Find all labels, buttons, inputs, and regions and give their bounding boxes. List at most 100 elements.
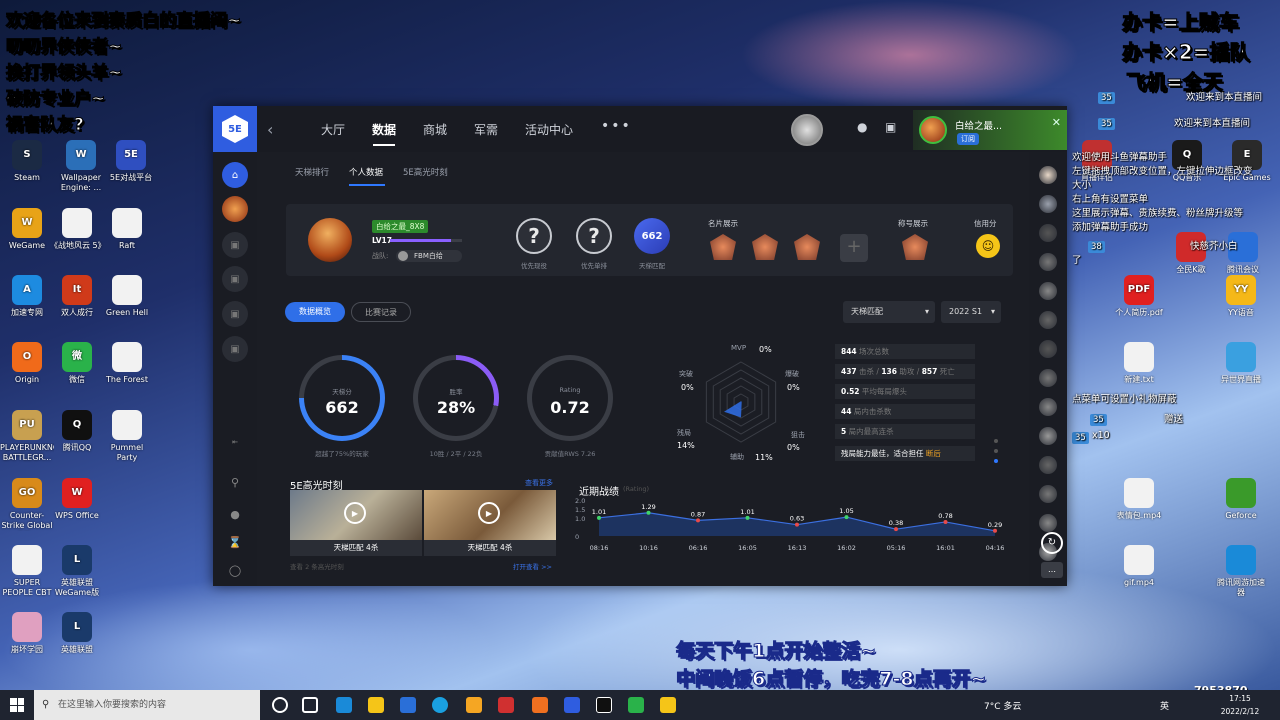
pager-dot[interactable] bbox=[994, 459, 998, 463]
exit-room-icon[interactable]: ⇤ bbox=[213, 438, 257, 446]
ime-indicator[interactable]: 英 bbox=[1160, 699, 1169, 712]
tab-match-records[interactable]: 比赛记录 bbox=[351, 302, 411, 322]
back-button[interactable]: ‹ bbox=[267, 120, 273, 139]
nav-events[interactable]: 活动中心 bbox=[525, 121, 573, 138]
more-menu-button[interactable]: ••• bbox=[601, 118, 632, 134]
user-chip[interactable]: 白给之最... 订阅 ✕ bbox=[913, 110, 1067, 150]
windows-start-icon[interactable] bbox=[10, 698, 24, 712]
desktop-icon[interactable]: O Origin bbox=[0, 342, 54, 395]
friend-avatar[interactable] bbox=[1039, 253, 1057, 271]
desktop-icon[interactable]: 全民K歌 bbox=[1164, 232, 1218, 285]
friend-avatar[interactable] bbox=[1039, 514, 1057, 532]
desktop-icon[interactable]: Raft bbox=[100, 208, 154, 261]
desktop-icon[interactable]: Green Hell bbox=[100, 275, 154, 328]
hourglass-icon[interactable]: ⌛ bbox=[213, 536, 257, 549]
slot-unknown-1[interactable]: ? bbox=[516, 218, 552, 254]
wechat-icon[interactable] bbox=[628, 697, 644, 713]
desktop-icon[interactable]: 崩坏学园 bbox=[0, 612, 54, 665]
desktop-icon[interactable]: PDF 个人简历.pdf bbox=[1112, 275, 1166, 328]
data-point[interactable] bbox=[993, 528, 997, 533]
desktop-icon[interactable]: W WeGame bbox=[0, 208, 54, 261]
data-point[interactable] bbox=[943, 519, 948, 524]
title-badge-icon[interactable] bbox=[902, 234, 928, 260]
friend-avatar[interactable] bbox=[1039, 195, 1057, 213]
desktop-icon[interactable]: SUPER PEOPLE CBT bbox=[0, 545, 54, 598]
lock-icon[interactable]: ▣ bbox=[885, 120, 899, 134]
data-point[interactable] bbox=[795, 522, 799, 527]
cortana-icon[interactable] bbox=[272, 697, 288, 713]
highlights-more-link[interactable]: 查看更多 bbox=[525, 478, 553, 488]
desktop-icon[interactable]: 5E 5E对战平台 bbox=[104, 140, 158, 193]
desktop-icon[interactable]: It 双人成行 bbox=[50, 275, 104, 328]
namecard-badge-icon[interactable] bbox=[710, 234, 736, 260]
friend-avatar[interactable] bbox=[1039, 282, 1057, 300]
play-icon[interactable]: ▶ bbox=[478, 502, 500, 524]
desktop-icon[interactable]: GO Counter-Strike Global Off... bbox=[0, 478, 54, 531]
nav-store[interactable]: 商城 bbox=[423, 121, 447, 138]
weather-text[interactable]: 7°C 多云 bbox=[984, 699, 1021, 712]
friend-avatar[interactable] bbox=[1039, 427, 1057, 445]
desktop-icon[interactable]: 《战地风云 5》 bbox=[50, 208, 104, 261]
taskbar-clock[interactable]: 17:15 2022/2/12 bbox=[1208, 692, 1272, 718]
mail-icon[interactable] bbox=[400, 697, 416, 713]
desktop-icon[interactable]: PU PLAYERUNKNOWN'S BATTLEGR... bbox=[0, 410, 54, 463]
credit-smile-icon[interactable]: ☺ bbox=[976, 234, 1000, 258]
refresh-icon[interactable]: ↻ bbox=[1041, 532, 1063, 554]
desktop-icon[interactable]: 异世界直播 bbox=[1214, 342, 1268, 395]
add-namecard-button[interactable]: + bbox=[840, 234, 868, 262]
friend-avatar[interactable] bbox=[1039, 369, 1057, 387]
highlights-open-link[interactable]: 打开查看 >> bbox=[513, 561, 552, 571]
app-icon[interactable] bbox=[466, 697, 482, 713]
lock-icon[interactable]: ▣ bbox=[222, 336, 248, 362]
friend-avatar[interactable] bbox=[1039, 340, 1057, 358]
home-icon[interactable]: ⌂ bbox=[222, 162, 248, 188]
desktop-icon[interactable]: 新建.txt bbox=[1112, 342, 1166, 395]
lock-icon[interactable]: ▣ bbox=[222, 301, 248, 327]
slot-unknown-2[interactable]: ? bbox=[576, 218, 612, 254]
task-view-icon[interactable] bbox=[302, 697, 318, 713]
chat-icon[interactable]: … bbox=[1041, 562, 1063, 578]
tab-highlights[interactable]: 5E高光时刻 bbox=[403, 166, 448, 178]
desktop-icon[interactable]: YY YY语音 bbox=[1214, 275, 1268, 328]
qq-icon[interactable] bbox=[596, 697, 612, 713]
friend-avatar[interactable] bbox=[1039, 398, 1057, 416]
store-app-icon[interactable] bbox=[336, 697, 352, 713]
desktop-icon[interactable]: Pummel Party bbox=[100, 410, 154, 463]
friend-avatar[interactable] bbox=[1039, 485, 1057, 503]
desktop-icon[interactable]: Q 腾讯QQ bbox=[50, 410, 104, 463]
play-icon[interactable]: ▶ bbox=[344, 502, 366, 524]
avatar[interactable] bbox=[308, 218, 352, 262]
desktop-icon[interactable]: A 加速专网 bbox=[0, 275, 54, 328]
close-icon[interactable]: ✕ bbox=[1052, 116, 1061, 129]
desktop-icon[interactable]: W WPS Office bbox=[50, 478, 104, 531]
nav-data[interactable]: 数据 bbox=[372, 121, 396, 138]
taskbar-search[interactable]: ⚲ 在这里输入你要搜索的内容 bbox=[34, 690, 260, 720]
desktop-icon[interactable]: L 英雄联盟 bbox=[50, 612, 104, 665]
tab-personal-data[interactable]: 个人数据 bbox=[349, 166, 383, 178]
5e-taskbar-icon[interactable] bbox=[564, 697, 580, 713]
highlight-clip-2[interactable]: ▶ bbox=[424, 490, 556, 540]
desktop-icon[interactable]: 腾讯网游加速器 bbox=[1214, 545, 1268, 598]
desktop-icon[interactable]: S Steam bbox=[0, 140, 54, 193]
bell-icon[interactable]: ● bbox=[857, 120, 871, 134]
pager-dot[interactable] bbox=[994, 439, 998, 443]
desktop-icon[interactable]: 表情包.mp4 bbox=[1112, 478, 1166, 531]
edge-icon[interactable] bbox=[432, 697, 448, 713]
data-point[interactable] bbox=[597, 515, 601, 520]
app-logo[interactable]: 5E bbox=[213, 106, 257, 152]
highlight-clip-1[interactable]: ▶ bbox=[290, 490, 422, 540]
data-point[interactable] bbox=[894, 527, 898, 532]
pager-dot[interactable] bbox=[994, 449, 998, 453]
desktop-icon[interactable]: 微微信 bbox=[50, 342, 104, 395]
subscribe-badge[interactable]: 订阅 bbox=[957, 133, 979, 145]
friend-avatar[interactable] bbox=[1039, 311, 1057, 329]
desktop-icon[interactable]: Geforce bbox=[1214, 478, 1268, 531]
help-icon[interactable]: ◯ bbox=[213, 564, 257, 577]
mode-select[interactable]: 天梯匹配 ▾ bbox=[843, 301, 935, 323]
season-select[interactable]: 2022 S1 ▾ bbox=[941, 301, 1001, 323]
desktop-icon[interactable]: The Forest bbox=[100, 342, 154, 395]
friend-avatar[interactable] bbox=[222, 196, 248, 222]
settings-icon[interactable]: ● bbox=[213, 508, 257, 521]
friend-avatar[interactable] bbox=[1039, 224, 1057, 242]
tab-overview[interactable]: 数据概览 bbox=[285, 302, 345, 322]
